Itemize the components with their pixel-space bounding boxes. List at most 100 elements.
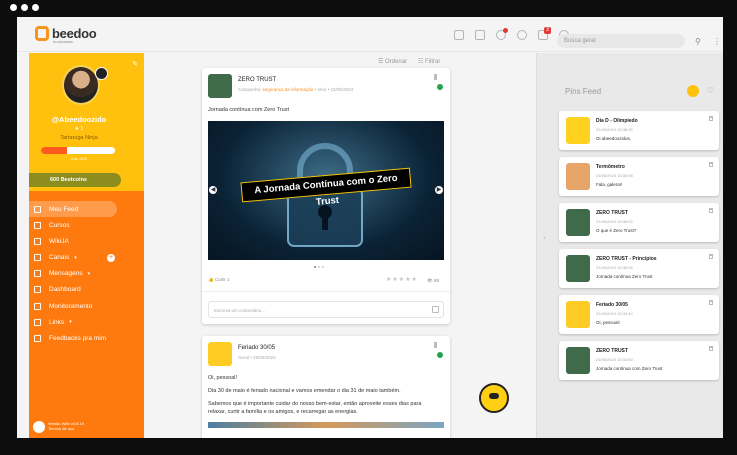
sidebar-item-mensagens[interactable]: Mensagens ▾ xyxy=(29,266,144,282)
pin-card[interactable]: ZERO TRUST - Princípios 21/06/2024 15:36:… xyxy=(559,249,719,288)
link-icon[interactable]: ⚲ xyxy=(695,37,701,46)
chevron-down-icon[interactable]: ▾ xyxy=(88,271,91,277)
profile-card: ✎ @Abeedoozido ★ 1 Tartaruga Ninja 0 de … xyxy=(29,53,144,191)
pin-title: ZERO TRUST xyxy=(596,348,628,354)
edit-icon[interactable]: ✎ xyxy=(132,60,138,68)
rating-stars[interactable]: ★★★★★ xyxy=(386,276,418,283)
send-icon[interactable] xyxy=(432,306,439,313)
sidebar-item-label: Monitoramento xyxy=(49,302,93,310)
reactions[interactable]: 👍 Curtir 1 xyxy=(208,277,230,283)
sidebar-item-wikija[interactable]: WikiJA xyxy=(29,233,144,249)
calendar-icon[interactable] xyxy=(475,30,485,40)
sidebar-item-label: Links xyxy=(49,318,65,326)
sidebar-item-monitoramento[interactable]: Monitoramento xyxy=(29,298,144,314)
pin-title: Termômetro xyxy=(596,164,625,170)
user-icon[interactable] xyxy=(517,30,527,40)
collapse-panel-icon[interactable]: › xyxy=(543,233,546,242)
monitor-icon xyxy=(34,302,41,310)
pin-card[interactable]: Termômetro 21/06/2024 15:38:08 Fala, galer… xyxy=(559,157,719,196)
post-thumbnail[interactable] xyxy=(208,342,232,366)
sidebar-item-meu-feed[interactable]: Meu Feed xyxy=(29,201,117,217)
trash-icon[interactable] xyxy=(709,300,713,305)
pin-thumbnail xyxy=(566,209,590,236)
sidebar-item-canais[interactable]: Canais ▾ + xyxy=(29,250,144,266)
pin-thumbnail xyxy=(566,301,590,328)
filter-label: Filtrar xyxy=(425,59,441,65)
post-title[interactable]: Feriado 30/05 xyxy=(238,345,275,351)
info-icon xyxy=(33,421,45,433)
chevron-down-icon[interactable]: ▾ xyxy=(69,319,72,325)
post-thumbnail[interactable] xyxy=(208,74,232,98)
channels-icon xyxy=(34,254,41,262)
carousel-dot[interactable] xyxy=(322,266,324,268)
order-label: Ordenar xyxy=(385,59,408,65)
pin-date: 21/06/2024 15:34:40 xyxy=(596,311,633,316)
reactions-label: Curtir 1 xyxy=(214,277,230,282)
carousel-prev-button[interactable]: ◀ xyxy=(209,186,217,194)
grid-icon[interactable] xyxy=(454,30,464,40)
pin-card[interactable]: ZERO TRUST 21/06/2024 15:36:52 O que é Zer… xyxy=(559,203,719,242)
feed-icon xyxy=(34,205,41,213)
messages-icon xyxy=(34,270,41,278)
carousel-dot[interactable] xyxy=(318,266,320,268)
meta-prefix: Campanha: xyxy=(238,87,262,92)
sidebar-nav: Meu Feed Cursos WikiJA Canais ▾ + Mensagens ▾ Da… xyxy=(29,201,144,347)
pin-card[interactable]: Dia D - Olimpíedo 21/06/2024 15:38:35 Oi a… xyxy=(559,111,719,150)
sidebar-item-feedbacks-pra-mim[interactable]: Feedbacks pra mim xyxy=(29,331,144,347)
global-search-input[interactable]: Busca geral xyxy=(557,34,685,48)
beedoo-logo[interactable]: beedoo xyxy=(35,26,97,41)
pin-thumbnail xyxy=(566,117,590,144)
meta-suffix: • Vitor • 22/05/2024 xyxy=(313,87,354,92)
feed-post: ZERO TRUST Campanha: segurança da inform… xyxy=(202,68,450,324)
top-bar: beedoo PLATAFORMA 3 Busca geral ⚲ ⋮ xyxy=(17,17,723,52)
order-button[interactable]: ☰ Ordenar xyxy=(378,58,407,65)
terms-link[interactable]: Termos de uso xyxy=(48,426,84,431)
notification-dot xyxy=(503,28,508,33)
sidebar-item-label: WikiJA xyxy=(49,237,69,245)
carousel-dot[interactable] xyxy=(314,266,316,268)
sidebar-item-dashboard[interactable]: Dashboard xyxy=(29,282,144,298)
inbox-icon[interactable]: 3 xyxy=(538,27,551,40)
sidebar-item-label: Canais xyxy=(49,254,70,262)
pin-card[interactable]: ZERO TRUST 21/06/2024 15:33:50 Jornada con… xyxy=(559,341,719,380)
more-icon[interactable]: ⋮ xyxy=(713,37,721,46)
avatar[interactable] xyxy=(62,65,108,107)
beetcoins-balance[interactable]: 600 Beetcoins xyxy=(29,173,121,187)
post-image[interactable] xyxy=(208,422,444,428)
pin-thumbnail xyxy=(566,347,590,374)
chevron-down-icon[interactable]: ▾ xyxy=(74,255,77,261)
comment-input[interactable]: Escreva um comentário... xyxy=(208,301,444,318)
username[interactable]: @Abeedoozido xyxy=(29,115,129,124)
pin-icon[interactable] xyxy=(434,342,437,348)
level-badge-icon xyxy=(95,67,108,80)
trash-icon[interactable] xyxy=(709,346,713,351)
logo-icon xyxy=(35,26,49,41)
rss-icon[interactable] xyxy=(687,85,699,97)
post-meta: Campanha: segurança da informação • Vito… xyxy=(238,87,353,92)
pin-body: Oi, pessoal! xyxy=(596,320,620,325)
post-text: Sabemos que é importante cuidar do nosso… xyxy=(208,401,422,407)
beedoo-assistant-button[interactable] xyxy=(479,383,509,413)
trash-icon[interactable] xyxy=(709,116,713,121)
trash-icon[interactable] xyxy=(709,208,713,213)
links-icon xyxy=(34,318,41,326)
meta-channel[interactable]: segurança da informação xyxy=(263,87,314,92)
trash-icon[interactable] xyxy=(709,162,713,167)
bell-icon[interactable] xyxy=(496,28,508,40)
sidebar-item-cursos[interactable]: Cursos xyxy=(29,217,144,233)
add-channel-icon[interactable]: + xyxy=(107,253,115,262)
post-banner-image[interactable]: A Jornada Contínua com o Zero Trust ◀ ▶ xyxy=(208,121,444,260)
post-title[interactable]: ZERO TRUST xyxy=(238,77,276,83)
xp-label: 0 de 1000 xyxy=(71,157,87,161)
trash-icon[interactable] xyxy=(709,254,713,259)
pin-card[interactable]: Feriado 30/05 21/06/2024 15:34:40 Oi, pess… xyxy=(559,295,719,334)
pins-panel: › Pins Feed ♡ Dia D - Olimpíedo 21/06/202… xyxy=(536,53,723,438)
carousel-next-button[interactable]: ▶ xyxy=(435,186,443,194)
pin-icon[interactable] xyxy=(434,74,437,80)
sidebar-item-links[interactable]: Links ▾ xyxy=(29,314,144,330)
logo-text: beedoo xyxy=(52,26,97,41)
feedback-icon xyxy=(34,335,41,342)
courses-icon xyxy=(34,221,41,229)
filter-button[interactable]: ☷ Filtrar xyxy=(418,58,440,65)
bulb-icon[interactable]: ♡ xyxy=(707,86,714,95)
